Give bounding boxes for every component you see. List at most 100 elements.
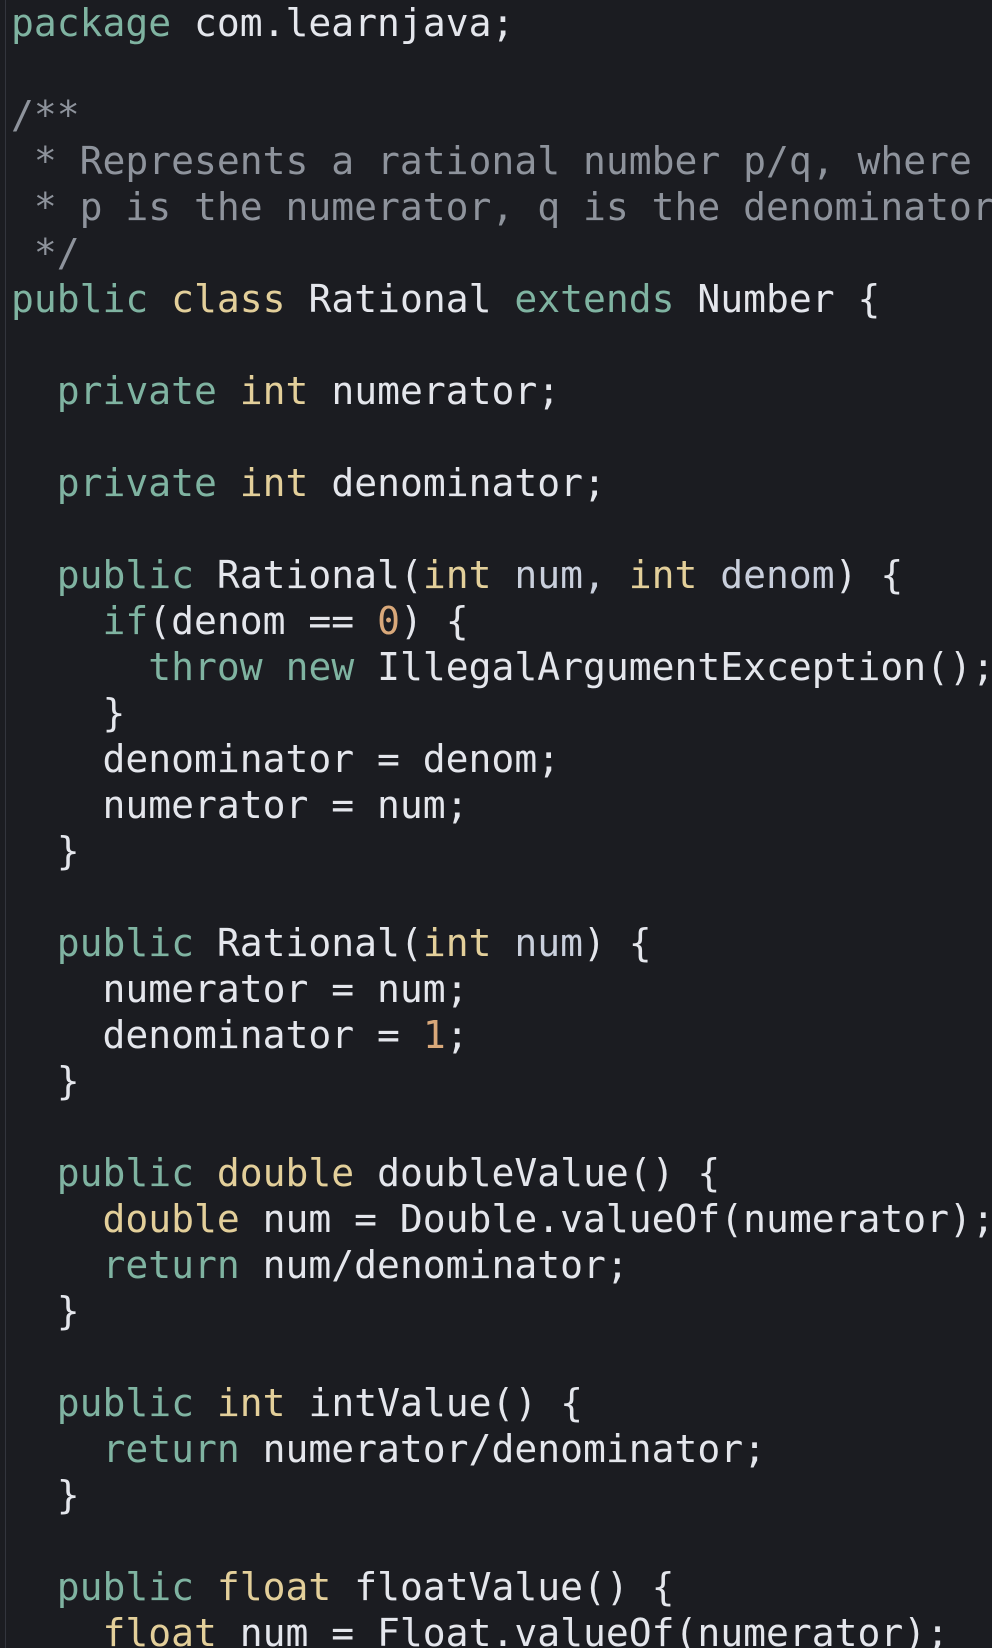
code-line[interactable]: } <box>11 1472 992 1518</box>
code-area[interactable]: package com.learnjava; /** * Represents … <box>11 0 992 1648</box>
code-line[interactable] <box>11 46 992 92</box>
code-line[interactable]: double num = Double.valueOf(numerator); <box>11 1196 992 1242</box>
code-line[interactable] <box>11 1518 992 1564</box>
code-token: com.learnjava; <box>171 1 515 45</box>
code-editor[interactable]: package com.learnjava; /** * Represents … <box>0 0 992 1648</box>
code-line[interactable]: package com.learnjava; <box>11 0 992 46</box>
code-token: numerator = num; <box>11 967 469 1011</box>
code-line[interactable]: } <box>11 1288 992 1334</box>
code-line[interactable]: if(denom == 0) { <box>11 598 992 644</box>
code-token: doubleValue() { <box>354 1151 721 1195</box>
code-token: public <box>11 277 149 321</box>
code-token: extends <box>514 277 675 321</box>
code-token: Rational( <box>194 553 423 597</box>
code-token: double <box>11 1197 240 1241</box>
code-token: /** <box>11 93 80 137</box>
code-token: private <box>11 369 217 413</box>
code-token: public <box>11 1565 195 1609</box>
code-line[interactable]: public double doubleValue() { <box>11 1150 992 1196</box>
code-token: numerator = num; <box>11 783 469 827</box>
code-line[interactable]: numerator = num; <box>11 966 992 1012</box>
code-token: ; <box>445 1013 469 1057</box>
code-token: ) { <box>399 599 469 643</box>
code-line[interactable]: public class Rational extends Number { <box>11 276 992 322</box>
code-token: ) { <box>582 921 652 965</box>
code-line[interactable]: private int numerator; <box>11 368 992 414</box>
code-token: denominator = denom; <box>11 737 561 781</box>
code-token: Rational( <box>194 921 423 965</box>
code-line[interactable]: /** <box>11 92 992 138</box>
code-token: package <box>11 1 172 45</box>
code-line[interactable]: public int intValue() { <box>11 1380 992 1426</box>
code-line[interactable]: * p is the numerator, q is the denominat… <box>11 184 992 230</box>
code-line[interactable] <box>11 874 992 920</box>
code-token: (denom == <box>148 599 378 643</box>
code-line[interactable] <box>11 1334 992 1380</box>
code-token: private <box>11 461 217 505</box>
code-token: Number { <box>674 277 881 321</box>
code-token: } <box>11 1059 80 1103</box>
code-token: class <box>171 277 286 321</box>
code-token: IllegalArgumentException(); <box>354 645 992 689</box>
code-token: num = Float.valueOf(numerator); <box>216 1611 949 1648</box>
code-token: num, <box>491 553 629 597</box>
code-token: } <box>11 829 80 873</box>
code-token: if <box>11 599 149 643</box>
code-line[interactable]: public Rational(int num) { <box>11 920 992 966</box>
code-token: int <box>422 553 492 597</box>
code-token: throw <box>11 645 263 689</box>
code-token: denominator; <box>308 461 606 505</box>
code-token: public <box>11 1151 195 1195</box>
code-token: return <box>11 1427 240 1471</box>
code-token: 1 <box>422 1013 446 1057</box>
code-line[interactable] <box>11 506 992 552</box>
code-token: double <box>216 1151 355 1195</box>
code-line[interactable] <box>11 1104 992 1150</box>
code-line[interactable]: * Represents a rational number p/q, wher… <box>11 138 992 184</box>
code-token: public <box>11 921 195 965</box>
code-token: intValue() { <box>285 1381 583 1425</box>
code-line[interactable]: return numerator/denominator; <box>11 1426 992 1472</box>
code-token: ) { <box>834 553 904 597</box>
code-line[interactable]: denominator = 1; <box>11 1012 992 1058</box>
code-line[interactable]: throw new IllegalArgumentException(); <box>11 644 992 690</box>
code-token: int <box>239 461 309 505</box>
code-token: denominator = <box>11 1013 423 1057</box>
code-token: * Represents a rational number p/q, wher… <box>11 139 972 183</box>
code-token: } <box>11 1473 80 1517</box>
code-token: return <box>11 1243 240 1287</box>
code-line[interactable] <box>11 414 992 460</box>
code-line[interactable]: public float floatValue() { <box>11 1564 992 1610</box>
code-token: num <box>491 921 583 965</box>
code-line[interactable]: private int denominator; <box>11 460 992 506</box>
code-token: int <box>628 553 698 597</box>
code-line[interactable]: numerator = num; <box>11 782 992 828</box>
code-token: Rational <box>285 277 515 321</box>
gutter-divider <box>5 0 6 1648</box>
code-line[interactable]: denominator = denom; <box>11 736 992 782</box>
code-token: new <box>285 645 355 689</box>
code-token: num = Double.valueOf(numerator); <box>239 1197 992 1241</box>
code-token: public <box>11 553 195 597</box>
code-line[interactable]: } <box>11 828 992 874</box>
code-token: public <box>11 1381 195 1425</box>
code-token: int <box>422 921 492 965</box>
code-token: denom <box>697 553 835 597</box>
code-token: int <box>216 1381 286 1425</box>
code-line[interactable]: } <box>11 1058 992 1104</box>
code-line[interactable]: */ <box>11 230 992 276</box>
code-token: } <box>11 1289 80 1333</box>
code-line[interactable] <box>11 322 992 368</box>
code-line[interactable]: return num/denominator; <box>11 1242 992 1288</box>
code-line[interactable]: public Rational(int num, int denom) { <box>11 552 992 598</box>
code-token: float <box>216 1565 332 1609</box>
code-line[interactable]: } <box>11 690 992 736</box>
code-line[interactable]: float num = Float.valueOf(numerator); <box>11 1610 992 1648</box>
code-token: numerator/denominator; <box>239 1427 766 1471</box>
code-token: */ <box>11 231 80 275</box>
code-token: num/denominator; <box>239 1243 629 1287</box>
code-token: numerator; <box>308 369 561 413</box>
